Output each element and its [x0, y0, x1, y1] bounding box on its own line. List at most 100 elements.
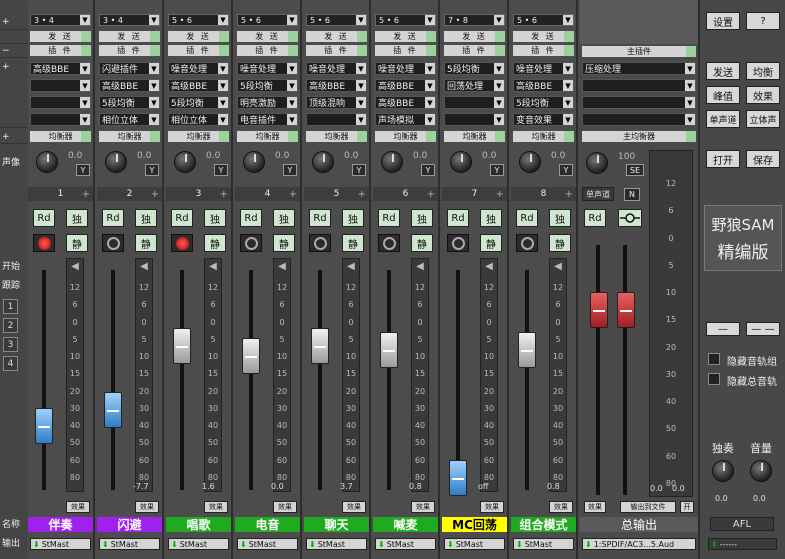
plugin-header[interactable]: 插 件: [168, 45, 229, 56]
pan-knob[interactable]: [105, 151, 127, 173]
eq-button[interactable]: 均衡: [746, 62, 780, 80]
fx-slot-1[interactable]: 噪音处理 ▼: [237, 62, 298, 75]
rd-button[interactable]: Rd: [240, 209, 262, 227]
route-select[interactable]: 5 • 6 ▼: [513, 14, 574, 26]
fx-slot-2[interactable]: ▼: [30, 79, 91, 92]
y-button[interactable]: Y: [559, 164, 573, 176]
master-rd-button[interactable]: Rd: [584, 209, 606, 227]
send-header[interactable]: 发 送: [375, 31, 436, 42]
pan-knob[interactable]: [312, 151, 334, 173]
eq-header[interactable]: 均衡器: [513, 131, 574, 142]
rd-button[interactable]: Rd: [102, 209, 124, 227]
route-select[interactable]: 3 • 4 ▼: [30, 14, 91, 26]
record-button[interactable]: [447, 234, 469, 252]
send-header[interactable]: 发 送: [513, 31, 574, 42]
fx-slot-3[interactable]: 5段均衡 ▼: [99, 96, 160, 109]
fx-slot-4[interactable]: ▼: [444, 113, 505, 126]
pan-knob[interactable]: [450, 151, 472, 173]
output-select[interactable]: ⬇ StMast: [168, 538, 229, 550]
mute-button[interactable]: 静: [549, 234, 571, 252]
plugin-header[interactable]: 插 件: [375, 45, 436, 56]
pan-knob[interactable]: [174, 151, 196, 173]
wide-button[interactable]: — —: [746, 322, 780, 336]
plugin-header[interactable]: 插 件: [513, 45, 574, 56]
master-fx-slot-1[interactable]: 压缩处理 ▼: [582, 62, 696, 75]
peak-button[interactable]: 峰值: [706, 86, 740, 104]
master-fader-left[interactable]: [590, 292, 608, 328]
mute-button[interactable]: 静: [273, 234, 295, 252]
eq-header[interactable]: 均衡器: [444, 131, 505, 142]
master-mono-button[interactable]: 单声道: [582, 187, 614, 201]
fader-handle[interactable]: [449, 460, 467, 496]
add-route-plus[interactable]: +: [0, 14, 28, 30]
record-button[interactable]: [309, 234, 331, 252]
master-export-button[interactable]: 输出到文件: [620, 501, 676, 513]
fader-handle[interactable]: [104, 392, 122, 428]
route-select[interactable]: 5 • 6 ▼: [237, 14, 298, 26]
pan-knob[interactable]: [243, 151, 265, 173]
plugin-header[interactable]: 插 件: [30, 45, 91, 56]
mute-button[interactable]: 静: [66, 234, 88, 252]
plugin-header[interactable]: 插 件: [444, 45, 505, 56]
y-button[interactable]: Y: [214, 164, 228, 176]
y-button[interactable]: Y: [352, 164, 366, 176]
pan-knob[interactable]: [381, 151, 403, 173]
narrow-button[interactable]: —: [706, 322, 740, 336]
rd-button[interactable]: Rd: [309, 209, 331, 227]
mono-button[interactable]: 单声道: [706, 110, 740, 128]
record-button[interactable]: [240, 234, 262, 252]
output-select[interactable]: ⬇ StMast: [99, 538, 160, 550]
send-header[interactable]: 发 送: [237, 31, 298, 42]
send-header[interactable]: 发 送: [99, 31, 160, 42]
eq-header[interactable]: 均衡器: [306, 131, 367, 142]
eq-header[interactable]: 均衡器: [30, 131, 91, 142]
effect-button[interactable]: 效果: [549, 501, 573, 513]
record-button[interactable]: [33, 234, 55, 252]
send-header[interactable]: 发 送: [306, 31, 367, 42]
collapse-minus[interactable]: −: [0, 44, 28, 58]
pan-knob[interactable]: [519, 151, 541, 173]
solo-button[interactable]: 独: [204, 209, 226, 227]
y-button[interactable]: Y: [490, 164, 504, 176]
add-icon[interactable]: +: [151, 189, 159, 200]
fx-slot-3[interactable]: ▼: [30, 96, 91, 109]
track-button-3[interactable]: 3: [3, 337, 18, 352]
fx-slot-1[interactable]: 噪音处理 ▼: [375, 62, 436, 75]
fader-handle[interactable]: [35, 408, 53, 444]
master-output-select[interactable]: ⬇ 1:SPDIF/AC3...5.Aud: [582, 538, 696, 550]
rd-button[interactable]: Rd: [33, 209, 55, 227]
afl-button[interactable]: AFL: [710, 517, 774, 531]
y-button[interactable]: Y: [283, 164, 297, 176]
fx-slot-1[interactable]: 噪音处理 ▼: [306, 62, 367, 75]
hide-master-checkbox[interactable]: [708, 373, 720, 385]
effect-button[interactable]: 效果: [342, 501, 366, 513]
fx-slot-3[interactable]: ▼: [444, 96, 505, 109]
solo-button[interactable]: 独: [480, 209, 502, 227]
fx-slot-4[interactable]: 声场模拟 ▼: [375, 113, 436, 126]
route-select[interactable]: 5 • 6 ▼: [306, 14, 367, 26]
fx-slot-3[interactable]: 5段均衡 ▼: [168, 96, 229, 109]
mute-button[interactable]: 静: [204, 234, 226, 252]
fx-slot-3[interactable]: 顶级混响 ▼: [306, 96, 367, 109]
master-fx-slot-4[interactable]: ▼: [582, 113, 696, 126]
output-select[interactable]: ⬇ StMast: [30, 538, 91, 550]
fx-slot-2[interactable]: 5段均衡 ▼: [237, 79, 298, 92]
fx-slot-4[interactable]: 相位立体 ▼: [168, 113, 229, 126]
hide-group-checkbox[interactable]: [708, 353, 720, 365]
fx-slot-2[interactable]: 回荡处理 ▼: [444, 79, 505, 92]
add-icon[interactable]: +: [496, 189, 504, 200]
help-button[interactable]: ?: [746, 12, 780, 30]
master-eq-header[interactable]: 主均衡器: [582, 131, 696, 142]
open-button[interactable]: 打开: [706, 150, 740, 168]
mute-button[interactable]: 静: [135, 234, 157, 252]
y-button[interactable]: Y: [76, 164, 90, 176]
route-select[interactable]: 7 • 8 ▼: [444, 14, 505, 26]
rd-button[interactable]: Rd: [378, 209, 400, 227]
solo-knob[interactable]: [712, 460, 734, 482]
fx-slot-1[interactable]: 高级BBE ▼: [30, 62, 91, 75]
afl-output-select[interactable]: ⬇ ------: [708, 538, 777, 550]
effect-button[interactable]: 效果: [480, 501, 504, 513]
master-fader-right[interactable]: [617, 292, 635, 328]
fx-slot-2[interactable]: 高级BBE ▼: [513, 79, 574, 92]
solo-button[interactable]: 独: [342, 209, 364, 227]
